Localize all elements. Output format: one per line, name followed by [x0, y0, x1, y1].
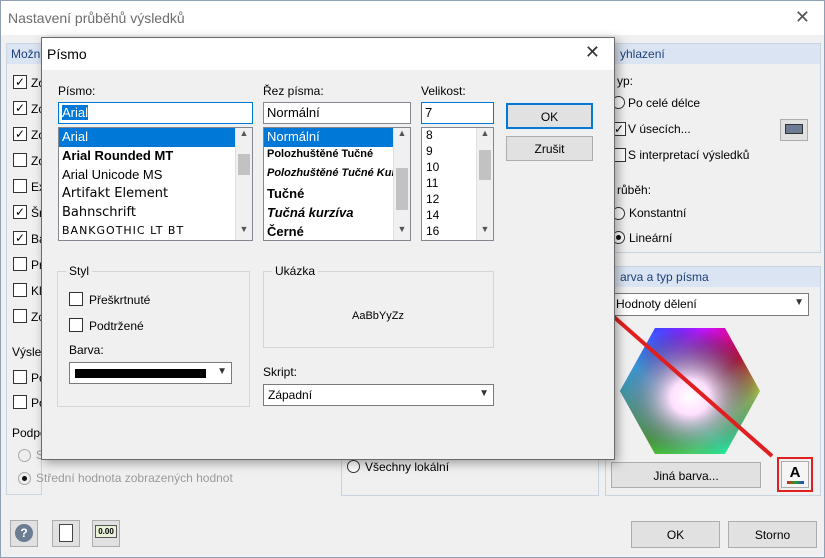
font-list-item[interactable]: BANKGOTHIC LT BT	[59, 223, 252, 240]
strikeout-checkbox[interactable]	[69, 292, 83, 306]
size-value: 7	[425, 105, 433, 120]
font-color-dropdown[interactable]: ▼	[69, 362, 232, 384]
font-list-scrollbar[interactable]: ▲ ▼	[235, 128, 252, 240]
size-label: Velikost:	[421, 84, 466, 98]
font-dialog-title: Písmo	[47, 46, 87, 62]
size-input[interactable]: 7	[421, 102, 494, 124]
font-list-item[interactable]: Arial Rounded MT	[59, 147, 252, 166]
chevron-down-icon[interactable]: ▼	[236, 224, 252, 240]
color-label: Barva:	[69, 343, 104, 357]
chevron-up-icon[interactable]: ▲	[477, 128, 493, 144]
sample-text: AaBbYyZz	[352, 310, 404, 322]
font-list-item[interactable]: Bahnschrift	[59, 204, 252, 223]
script-label: Skript:	[263, 365, 298, 379]
font-dialog: Písmo ✕ Písmo: Arial Arial Arial Rounded …	[41, 37, 615, 460]
font-list[interactable]: Arial Arial Rounded MT Arial Unicode MS Art…	[58, 127, 253, 241]
effects-fieldset: Styl	[57, 264, 250, 407]
font-list-item[interactable]: Arial Unicode MS	[59, 166, 252, 185]
style-value: Normální	[267, 105, 320, 120]
chevron-down-icon: ▼	[479, 388, 489, 399]
style-input[interactable]: Normální	[263, 102, 411, 124]
chevron-down-icon[interactable]: ▼	[477, 224, 493, 240]
style-list-item[interactable]: Polozhuštěné Tučné	[264, 147, 410, 166]
font-ok-button[interactable]: OK	[506, 103, 593, 129]
font-name-value: Arial	[62, 105, 89, 120]
style-list-scrollbar[interactable]: ▲ ▼	[393, 128, 410, 240]
scrollbar-thumb[interactable]	[238, 154, 250, 175]
chevron-down-icon: ▼	[217, 366, 227, 377]
script-value: Západní	[268, 388, 313, 402]
font-cancel-button[interactable]: Zrušit	[506, 136, 593, 161]
scrollbar-thumb[interactable]	[396, 168, 408, 210]
sample-fieldset: Ukázka AaBbYyZz	[263, 264, 494, 348]
font-dialog-titlebar: Písmo ✕	[42, 38, 614, 70]
script-dropdown[interactable]: Západní ▼	[263, 384, 494, 406]
font-name-input[interactable]: Arial	[58, 102, 253, 124]
size-list-scrollbar[interactable]: ▲ ▼	[476, 128, 493, 240]
effects-legend: Styl	[66, 264, 93, 278]
underline-checkbox[interactable]	[69, 318, 83, 332]
size-list[interactable]: 8 9 10 11 12 14 16 ▲ ▼	[421, 127, 494, 241]
scrollbar-thumb[interactable]	[479, 150, 491, 180]
sample-legend: Ukázka	[272, 264, 319, 278]
style-list-item[interactable]: Polozhuštěné Tučné Kurzíva	[264, 166, 410, 185]
chevron-up-icon[interactable]: ▲	[236, 128, 252, 144]
strikeout-label: Přeškrtnuté	[89, 293, 151, 307]
style-label: Řez písma:	[263, 84, 324, 98]
style-list-item[interactable]: Tučné	[264, 185, 410, 204]
style-list[interactable]: Normální Polozhuštěné Tučné Polozhuštěné T…	[263, 127, 411, 241]
chevron-down-icon[interactable]: ▼	[394, 224, 410, 240]
font-color-swatch	[75, 369, 206, 378]
close-icon[interactable]: ✕	[585, 42, 600, 63]
style-list-item[interactable]: Normální	[264, 128, 410, 147]
font-label: Písmo:	[58, 84, 96, 98]
style-list-item[interactable]: Černé	[264, 223, 410, 240]
font-list-item[interactable]: Arial	[59, 128, 252, 147]
underline-label: Podtržené	[89, 319, 144, 333]
chevron-up-icon[interactable]: ▲	[394, 128, 410, 144]
style-list-item[interactable]: Tučná kurzíva	[264, 204, 410, 223]
font-list-item[interactable]: Artifakt Element	[59, 185, 252, 204]
